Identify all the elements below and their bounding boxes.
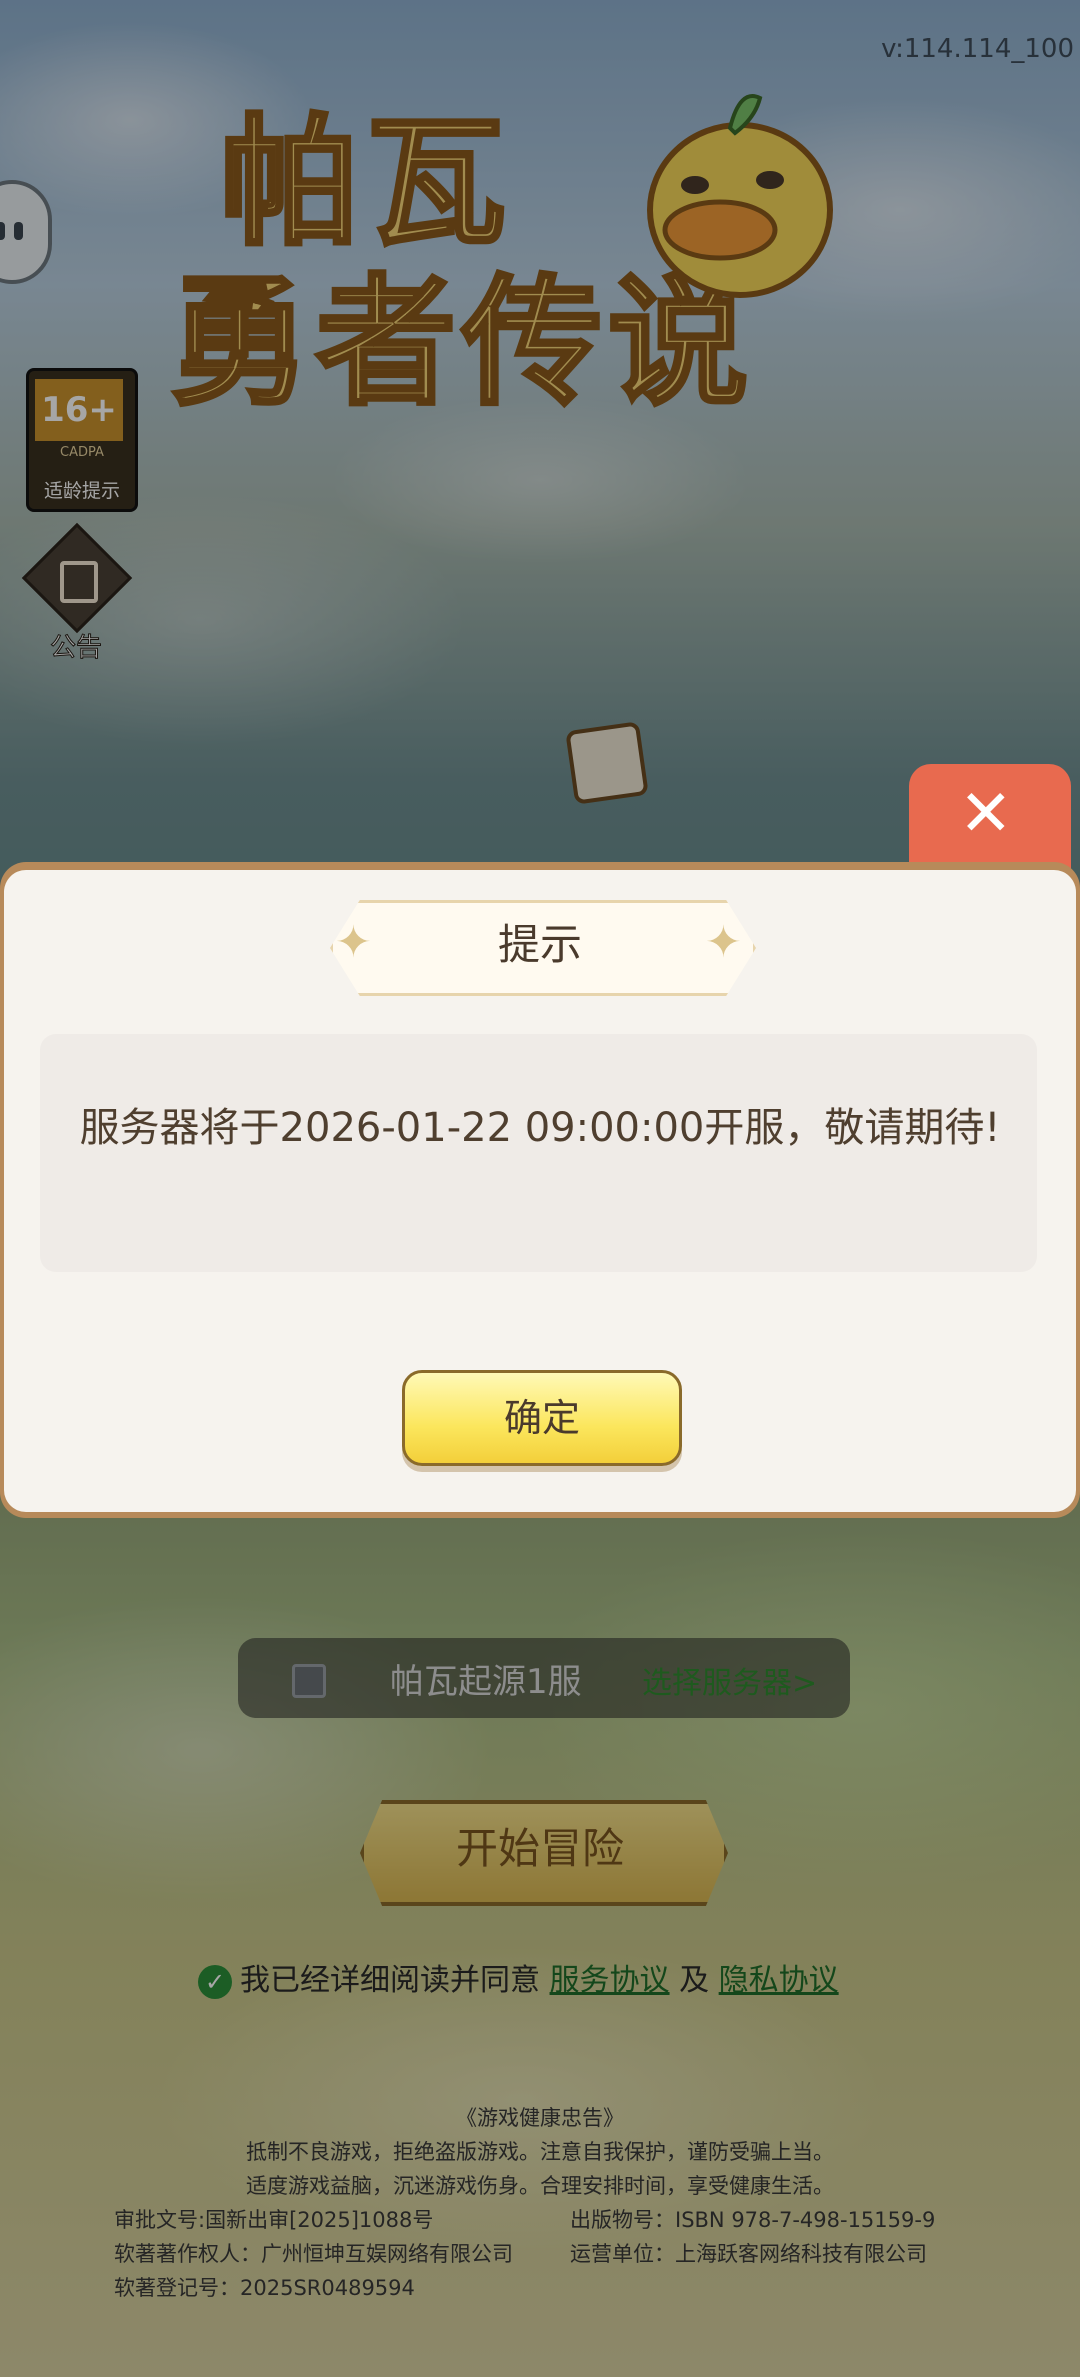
close-icon: ✕: [959, 777, 1013, 851]
confirm-button[interactable]: 确定: [402, 1370, 682, 1466]
confirm-label: 确定: [503, 1396, 580, 1440]
dialog-message: 服务器将于2026-01-22 09:00:00开服，敬请期待!: [79, 1105, 1001, 1151]
dialog-title: 提示: [497, 920, 582, 969]
dialog-close-button[interactable]: ✕: [909, 764, 1071, 870]
